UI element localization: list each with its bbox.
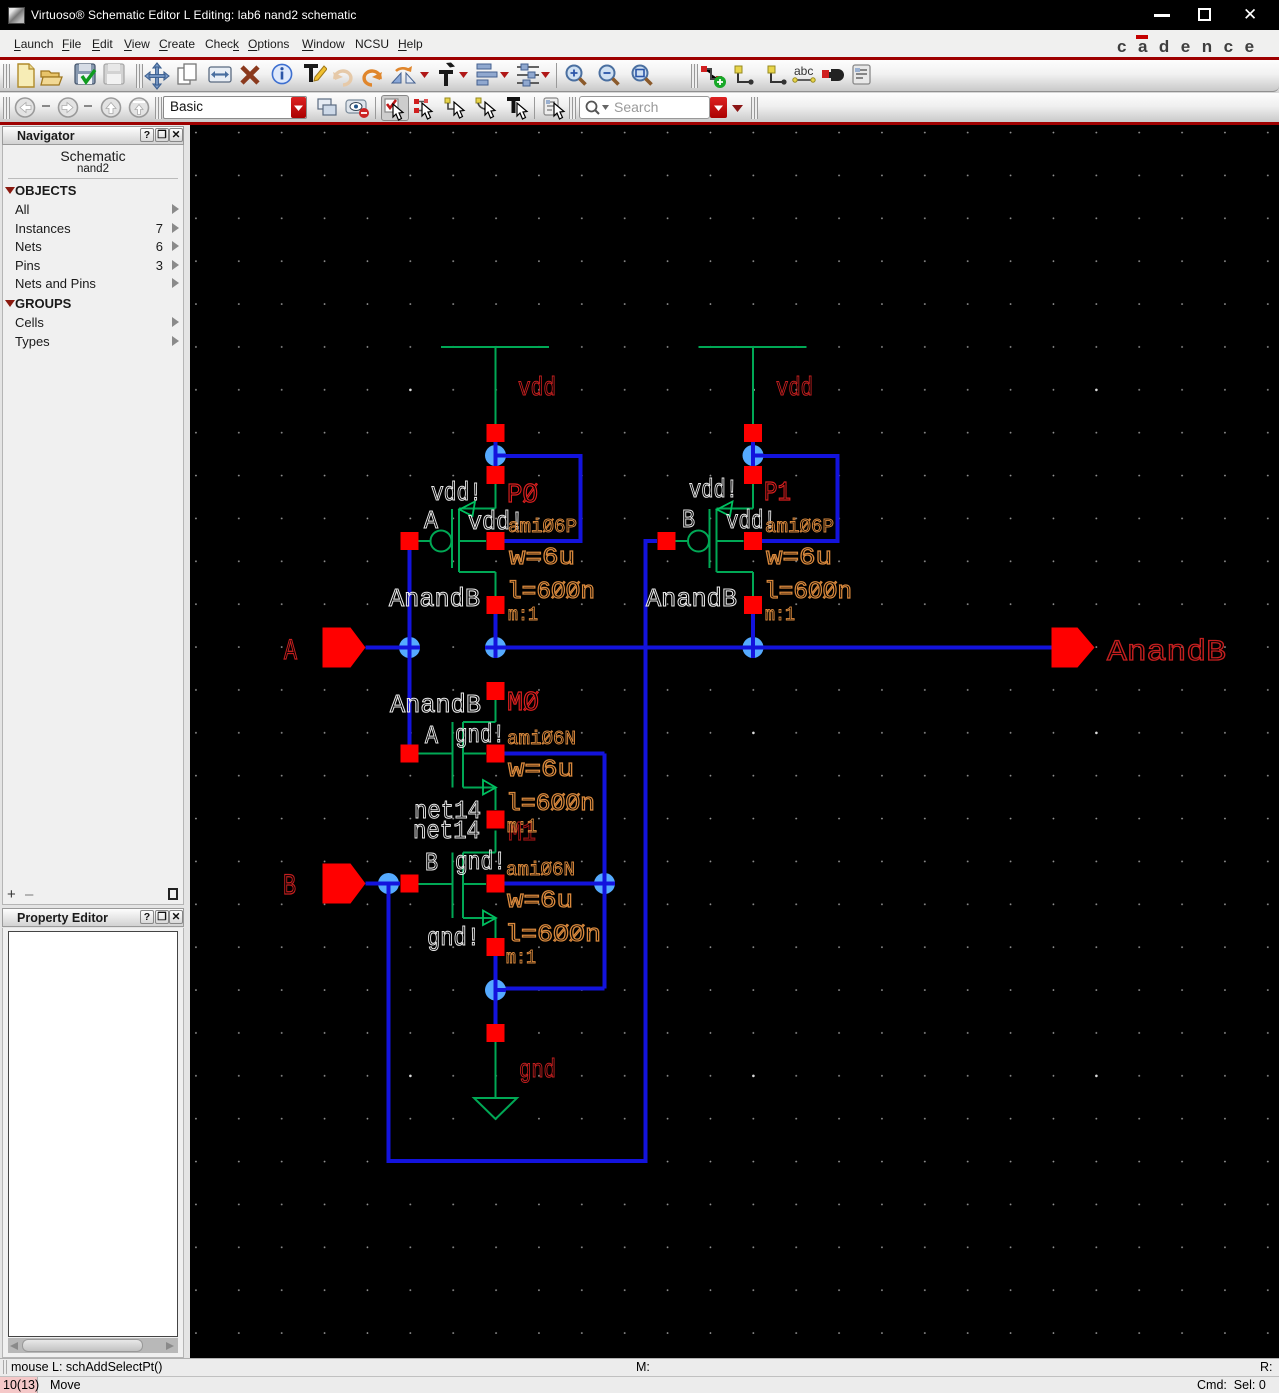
svg-text:B: B xyxy=(283,870,296,904)
svg-text:w=6u: w=6u xyxy=(508,757,574,784)
svg-text:vdd!: vdd! xyxy=(431,478,482,508)
svg-text:A: A xyxy=(424,506,438,536)
svg-text:AnandB: AnandB xyxy=(646,584,737,614)
svg-text:PØ: PØ xyxy=(507,481,538,511)
svg-text:l=6ØØn: l=6ØØn xyxy=(507,579,595,606)
svg-text:B: B xyxy=(682,505,695,535)
svg-text:l=6ØØn: l=6ØØn xyxy=(506,791,595,818)
svg-text:gnd: gnd xyxy=(519,1055,556,1085)
svg-text:B: B xyxy=(425,848,438,878)
svg-text:m:1: m:1 xyxy=(508,604,538,626)
svg-text:gnd!: gnd! xyxy=(427,923,480,953)
svg-text:l=6ØØn: l=6ØØn xyxy=(764,579,852,606)
svg-text:AnandB: AnandB xyxy=(1107,636,1226,670)
svg-text:m:1: m:1 xyxy=(506,947,536,969)
svg-text:amiØ6P: amiØ6P xyxy=(765,516,834,538)
svg-text:P1: P1 xyxy=(764,479,791,509)
svg-text:vdd: vdd xyxy=(776,373,813,403)
svg-text:gnd!: gnd! xyxy=(455,720,505,750)
svg-text:w=6u: w=6u xyxy=(509,545,575,572)
svg-text:AnandB: AnandB xyxy=(389,584,480,614)
svg-text:net14: net14 xyxy=(413,816,480,846)
svg-text:A: A xyxy=(284,635,297,669)
svg-text:abc: abc xyxy=(794,64,813,78)
svg-text:amiØ6P: amiØ6P xyxy=(508,516,577,538)
svg-text:AnandB: AnandB xyxy=(390,690,481,720)
svg-text:vdd: vdd xyxy=(518,373,556,403)
svg-text:amiØ6N: amiØ6N xyxy=(507,728,576,750)
svg-text:m:1: m:1 xyxy=(507,816,537,838)
svg-text:vdd!: vdd! xyxy=(689,475,738,505)
svg-text:MØ: MØ xyxy=(507,689,539,719)
svg-text:l=6ØØn: l=6ØØn xyxy=(505,922,601,949)
svg-text:w=6u: w=6u xyxy=(507,888,573,915)
svg-text:amiØ6N: amiØ6N xyxy=(506,859,575,881)
svg-text:A: A xyxy=(425,721,438,751)
svg-text:m:1: m:1 xyxy=(765,604,795,626)
svg-text:w=6u: w=6u xyxy=(766,545,832,572)
svg-text:gnd!: gnd! xyxy=(455,847,506,877)
